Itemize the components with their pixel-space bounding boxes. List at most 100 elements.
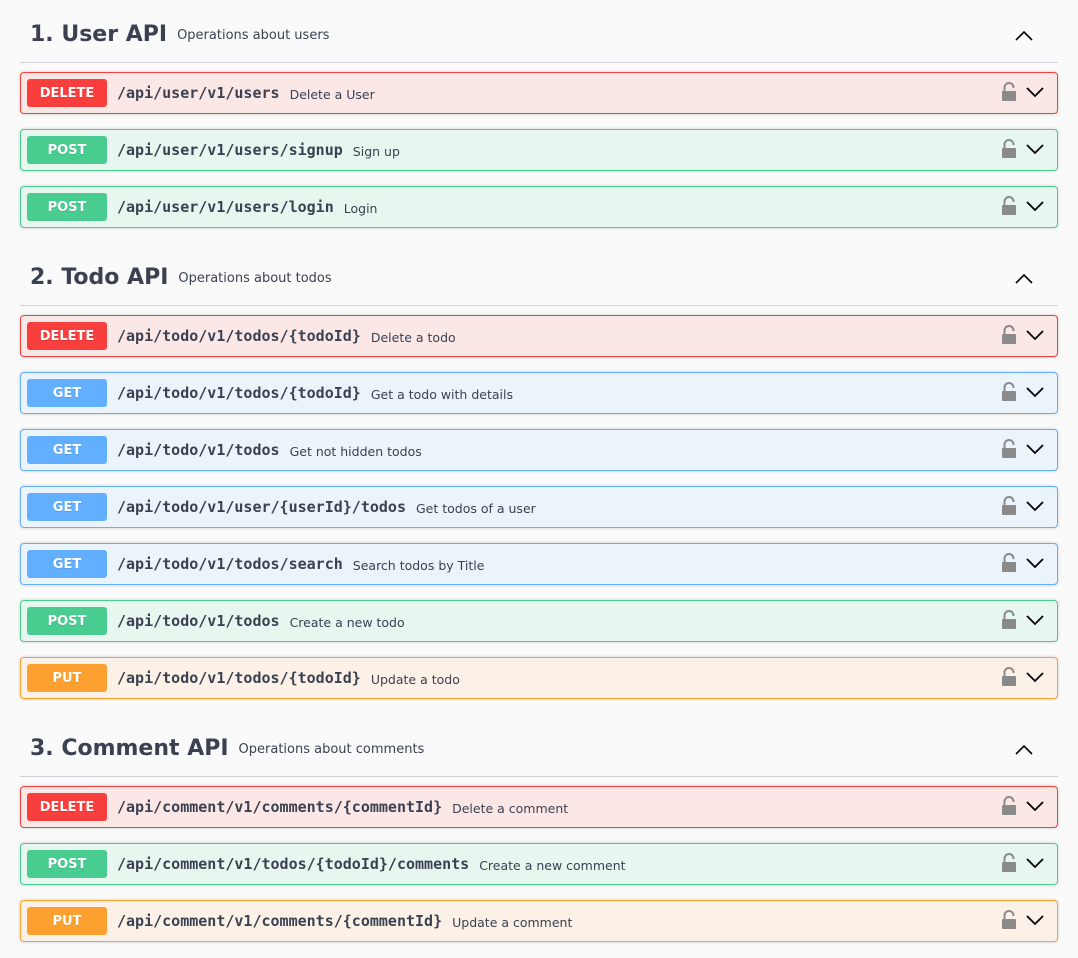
method-badge: POST: [27, 850, 107, 878]
operation-path: /api/comment/v1/todos/{todoId}/comments: [117, 855, 470, 873]
section-user-api[interactable]: 1. User API Operations about users: [20, 6, 1058, 63]
operation-row[interactable]: PUT /api/comment/v1/comments/{commentId}…: [20, 900, 1058, 942]
lock-icon[interactable]: [1001, 610, 1017, 630]
section-description: Operations about comments: [238, 742, 425, 757]
operation-path: /api/comment/v1/comments/{commentId}: [117, 912, 443, 930]
chevron-down-icon[interactable]: [1025, 384, 1045, 400]
lock-icon[interactable]: [1001, 553, 1017, 573]
operation-summary: Create a new todo: [289, 615, 405, 630]
operation-summary: Delete a User: [289, 87, 375, 102]
section-header: 1. User API Operations about users: [30, 6, 329, 62]
chevron-down-icon[interactable]: [1025, 669, 1045, 685]
section-description: Operations about users: [177, 28, 330, 43]
method-badge: DELETE: [27, 322, 107, 350]
operation-text: /api/todo/v1/user/{userId}/todos Get tod…: [117, 487, 536, 527]
method-badge: PUT: [27, 664, 107, 692]
operation-row[interactable]: POST /api/user/v1/users/login Login: [20, 186, 1058, 228]
section-title: 3. Comment API: [30, 735, 229, 761]
operation-row[interactable]: POST /api/todo/v1/todos Create a new tod…: [20, 600, 1058, 642]
operation-path: /api/comment/v1/comments/{commentId}: [117, 798, 443, 816]
chevron-down-icon[interactable]: [1025, 141, 1045, 157]
chevron-down-icon[interactable]: [1025, 912, 1045, 928]
lock-icon[interactable]: [1001, 196, 1017, 216]
operation-row[interactable]: POST /api/user/v1/users/signup Sign up: [20, 129, 1058, 171]
chevron-down-icon[interactable]: [1025, 555, 1045, 571]
section-title: 1. User API: [30, 21, 168, 47]
method-badge: POST: [27, 607, 107, 635]
chevron-down-icon[interactable]: [1025, 798, 1045, 814]
chevron-up-icon[interactable]: [1012, 267, 1036, 291]
operation-summary: Get todos of a user: [415, 501, 536, 516]
lock-icon[interactable]: [1001, 667, 1017, 687]
operation-row[interactable]: GET /api/todo/v1/todos/{todoId} Get a to…: [20, 372, 1058, 414]
operation-summary: Delete a todo: [370, 330, 456, 345]
operation-text: /api/todo/v1/todos/{todoId} Get a todo w…: [117, 373, 513, 413]
operation-row[interactable]: GET /api/todo/v1/todos Get not hidden to…: [20, 429, 1058, 471]
lock-icon[interactable]: [1001, 439, 1017, 459]
chevron-up-icon[interactable]: [1012, 24, 1036, 48]
method-badge: GET: [27, 493, 107, 521]
chevron-down-icon[interactable]: [1025, 198, 1045, 214]
method-badge: GET: [27, 550, 107, 578]
chevron-down-icon[interactable]: [1025, 498, 1045, 514]
chevron-up-icon[interactable]: [1012, 738, 1036, 762]
lock-icon[interactable]: [1001, 325, 1017, 345]
operation-row[interactable]: DELETE /api/comment/v1/comments/{comment…: [20, 786, 1058, 828]
operation-path: /api/todo/v1/todos/{todoId}: [117, 384, 361, 402]
operation-summary: Create a new comment: [479, 858, 626, 873]
operation-summary: Login: [343, 201, 378, 216]
operation-row[interactable]: DELETE /api/user/v1/users Delete a User: [20, 72, 1058, 114]
operation-row[interactable]: GET /api/todo/v1/todos/search Search tod…: [20, 543, 1058, 585]
swagger-operations-list: 1. User API Operations about users DELET…: [0, 0, 1078, 958]
operation-path: /api/todo/v1/todos/{todoId}: [117, 327, 361, 345]
section-comment-api[interactable]: 3. Comment API Operations about comments: [20, 720, 1058, 777]
operation-summary: Delete a comment: [452, 801, 569, 816]
lock-icon[interactable]: [1001, 382, 1017, 402]
operation-row[interactable]: DELETE /api/todo/v1/todos/{todoId} Delet…: [20, 315, 1058, 357]
operation-summary: Get a todo with details: [370, 387, 513, 402]
chevron-down-icon[interactable]: [1025, 441, 1045, 457]
chevron-down-icon[interactable]: [1025, 84, 1045, 100]
chevron-down-icon[interactable]: [1025, 612, 1045, 628]
lock-icon[interactable]: [1001, 853, 1017, 873]
operation-text: /api/todo/v1/todos/{todoId} Update a tod…: [117, 658, 460, 698]
operation-text: /api/comment/v1/comments/{commentId} Del…: [117, 787, 568, 827]
section-header: 3. Comment API Operations about comments: [30, 720, 424, 776]
operation-text: /api/todo/v1/todos Create a new todo: [117, 601, 405, 641]
operation-text: /api/user/v1/users/login Login: [117, 187, 377, 227]
section-todo-api[interactable]: 2. Todo API Operations about todos: [20, 249, 1058, 306]
method-badge: DELETE: [27, 793, 107, 821]
operation-summary: Get not hidden todos: [289, 444, 422, 459]
section-description: Operations about todos: [178, 271, 332, 286]
operation-row[interactable]: GET /api/todo/v1/user/{userId}/todos Get…: [20, 486, 1058, 528]
operation-path: /api/todo/v1/user/{userId}/todos: [117, 498, 406, 516]
operation-row[interactable]: PUT /api/todo/v1/todos/{todoId} Update a…: [20, 657, 1058, 699]
operation-summary: Update a comment: [452, 915, 573, 930]
lock-icon[interactable]: [1001, 910, 1017, 930]
operation-summary: Update a todo: [370, 672, 460, 687]
lock-icon[interactable]: [1001, 796, 1017, 816]
operation-path: /api/user/v1/users/signup: [117, 141, 343, 159]
chevron-down-icon[interactable]: [1025, 855, 1045, 871]
operation-text: /api/user/v1/users/signup Sign up: [117, 130, 400, 170]
operation-text: /api/todo/v1/todos/search Search todos b…: [117, 544, 484, 584]
method-badge: PUT: [27, 907, 107, 935]
operation-row[interactable]: POST /api/comment/v1/todos/{todoId}/comm…: [20, 843, 1058, 885]
method-badge: GET: [27, 379, 107, 407]
lock-icon[interactable]: [1001, 139, 1017, 159]
operation-path: /api/todo/v1/todos: [117, 441, 280, 459]
operation-path: /api/todo/v1/todos: [117, 612, 280, 630]
operation-summary: Sign up: [352, 144, 400, 159]
operation-text: /api/todo/v1/todos/{todoId} Delete a tod…: [117, 316, 456, 356]
lock-icon[interactable]: [1001, 82, 1017, 102]
operation-text: /api/comment/v1/todos/{todoId}/comments …: [117, 844, 626, 884]
section-title: 2. Todo API: [30, 264, 169, 290]
operation-path: /api/todo/v1/todos/{todoId}: [117, 669, 361, 687]
operation-path: /api/todo/v1/todos/search: [117, 555, 343, 573]
section-header: 2. Todo API Operations about todos: [30, 249, 332, 305]
operation-path: /api/user/v1/users: [117, 84, 280, 102]
chevron-down-icon[interactable]: [1025, 327, 1045, 343]
method-badge: POST: [27, 136, 107, 164]
lock-icon[interactable]: [1001, 496, 1017, 516]
method-badge: DELETE: [27, 79, 107, 107]
